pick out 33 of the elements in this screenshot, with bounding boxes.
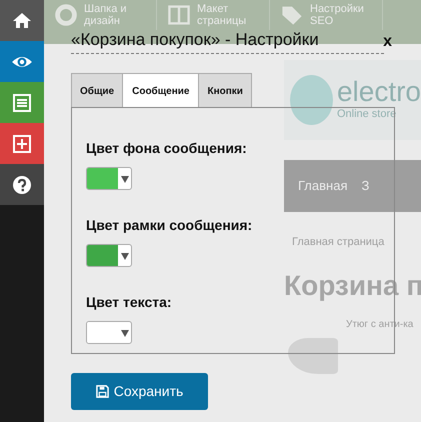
tab[interactable]: Общие bbox=[71, 73, 124, 108]
tab[interactable]: Кнопки bbox=[198, 73, 252, 108]
toolbar-item[interactable]: Настройки SEO bbox=[270, 0, 383, 30]
color-picker[interactable] bbox=[86, 321, 132, 344]
plus-icon bbox=[12, 134, 32, 154]
toolbar-item[interactable]: Макет страницы bbox=[157, 0, 270, 30]
sidebar-item[interactable] bbox=[0, 41, 44, 82]
close-button[interactable]: x bbox=[383, 34, 392, 50]
field-label: Цвет рамки сообщения: bbox=[86, 216, 254, 236]
nav-link[interactable]: Главная bbox=[298, 176, 348, 196]
caret-icon bbox=[121, 175, 129, 184]
field-label: Цвет фона сообщения: bbox=[86, 139, 248, 158]
dialog-title: «Корзина покупок» - Настройки bbox=[71, 30, 319, 50]
sidebar-item[interactable] bbox=[0, 0, 44, 41]
color-picker[interactable] bbox=[86, 244, 132, 268]
photo-placeholder bbox=[288, 338, 338, 374]
caret-icon bbox=[121, 329, 129, 338]
field-label: Цвет текста: bbox=[86, 293, 173, 312]
nav-link[interactable]: З bbox=[361, 176, 370, 196]
layout-icon bbox=[167, 3, 191, 27]
color-picker[interactable] bbox=[86, 167, 132, 190]
list-icon bbox=[12, 92, 32, 112]
sidebar-item[interactable] bbox=[0, 164, 44, 205]
logo-icon bbox=[290, 75, 333, 125]
save-button[interactable]: Сохранить bbox=[71, 373, 208, 410]
caret-icon bbox=[121, 252, 129, 260]
toolbar-item[interactable]: Шапка и дизайн bbox=[44, 0, 157, 30]
home-icon bbox=[12, 10, 32, 30]
sidebar-item[interactable] bbox=[0, 123, 44, 164]
breadcrumb-link[interactable]: Главная страница bbox=[284, 228, 421, 256]
help-icon bbox=[12, 174, 32, 194]
tab[interactable]: Сообщение bbox=[122, 73, 200, 108]
logo-text: electro bbox=[336, 78, 421, 106]
